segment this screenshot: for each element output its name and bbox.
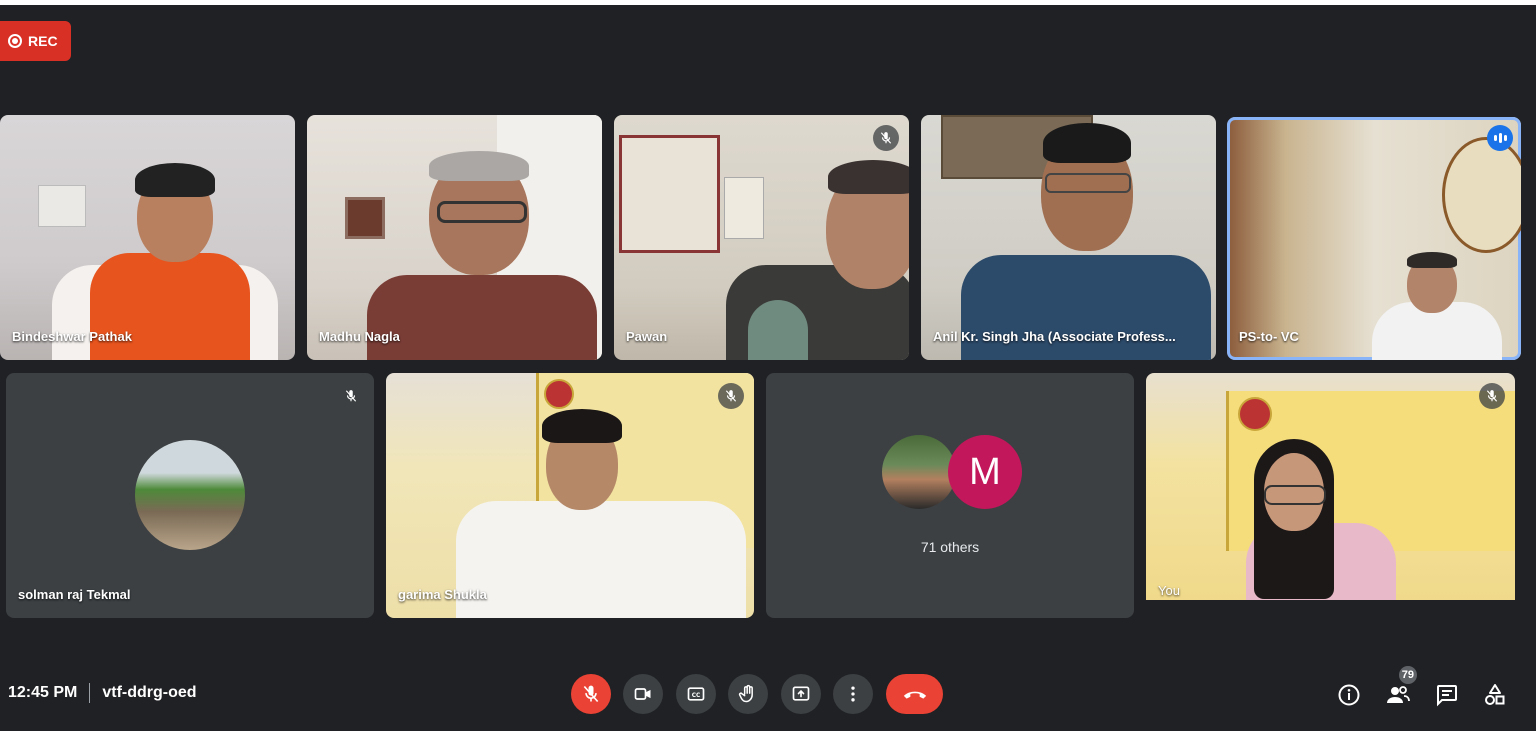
avatar-letter: M [948, 435, 1022, 509]
present-icon [792, 686, 810, 701]
participant-tile[interactable]: Anil Kr. Singh Jha (Associate Profess... [921, 115, 1216, 360]
meeting-time: 12:45 PM [8, 684, 78, 701]
people-button[interactable]: 79 [1385, 666, 1417, 708]
muted-indicator [718, 383, 744, 409]
participant-tile[interactable]: Pawan [614, 115, 909, 360]
participant-name: Anil Kr. Singh Jha (Associate Profess... [933, 329, 1176, 344]
meeting-details: 12:45 PM vtf-ddrg-oed [8, 683, 197, 703]
captions-icon: CC [687, 687, 705, 701]
raise-hand-icon [738, 684, 753, 703]
camera-toggle-button[interactable] [623, 674, 663, 714]
participant-name: Bindeshwar Pathak [12, 329, 132, 344]
svg-text:CC: CC [692, 693, 701, 699]
muted-indicator [338, 383, 364, 409]
people-icon [1387, 686, 1410, 703]
present-screen-button[interactable] [781, 674, 821, 714]
avatar [882, 435, 956, 509]
avatar-initial: M [969, 450, 1001, 493]
activities-button[interactable] [1482, 682, 1508, 708]
recording-label: REC [28, 33, 58, 49]
participant-tile[interactable]: garima Shukla [386, 373, 754, 618]
mic-off-icon [345, 390, 357, 402]
end-call-button[interactable] [886, 674, 943, 714]
divider [89, 683, 91, 703]
muted-indicator [1479, 383, 1505, 409]
participant-tile[interactable]: Madhu Nagla [307, 115, 602, 360]
participant-tile[interactable]: solman raj Tekmal [6, 373, 374, 618]
captions-button[interactable]: CC [676, 674, 716, 714]
self-tile[interactable]: You [1146, 373, 1515, 600]
activities-icon [1485, 684, 1505, 705]
participant-tile-speaking[interactable]: PS-to- VC [1227, 117, 1521, 360]
camera-icon [634, 688, 651, 700]
end-call-icon [903, 691, 926, 699]
mic-off-icon [880, 132, 892, 144]
meeting-code[interactable]: vtf-ddrg-oed [102, 684, 196, 702]
people-count-badge: 79 [1398, 666, 1417, 684]
muted-indicator [873, 125, 899, 151]
participant-tile[interactable]: Bindeshwar Pathak [0, 115, 295, 360]
speaking-indicator [1487, 125, 1513, 151]
mic-off-icon [583, 685, 599, 703]
participant-name: Madhu Nagla [319, 329, 400, 344]
participant-name: Pawan [626, 329, 668, 344]
recording-badge: REC [0, 21, 71, 61]
raise-hand-button[interactable] [728, 674, 768, 714]
participant-name: PS-to- VC [1239, 329, 1299, 344]
top-edge [0, 0, 1536, 5]
microphone-toggle-button[interactable] [571, 674, 611, 714]
chat-icon [1437, 685, 1457, 707]
more-options-icon [851, 686, 855, 702]
meeting-details-button[interactable] [1336, 682, 1362, 708]
participant-name: solman raj Tekmal [18, 587, 131, 602]
chat-button[interactable] [1434, 682, 1460, 708]
participant-name: garima Shukla [398, 587, 487, 602]
avatar [135, 440, 245, 550]
others-count: 71 others [920, 539, 980, 555]
mic-off-icon [1486, 390, 1498, 402]
others-tile[interactable]: M 71 others [766, 373, 1134, 618]
more-options-button[interactable] [833, 674, 873, 714]
mic-off-icon [725, 390, 737, 402]
participant-name: You [1158, 583, 1180, 598]
info-icon [1338, 684, 1360, 706]
record-icon [8, 34, 22, 48]
